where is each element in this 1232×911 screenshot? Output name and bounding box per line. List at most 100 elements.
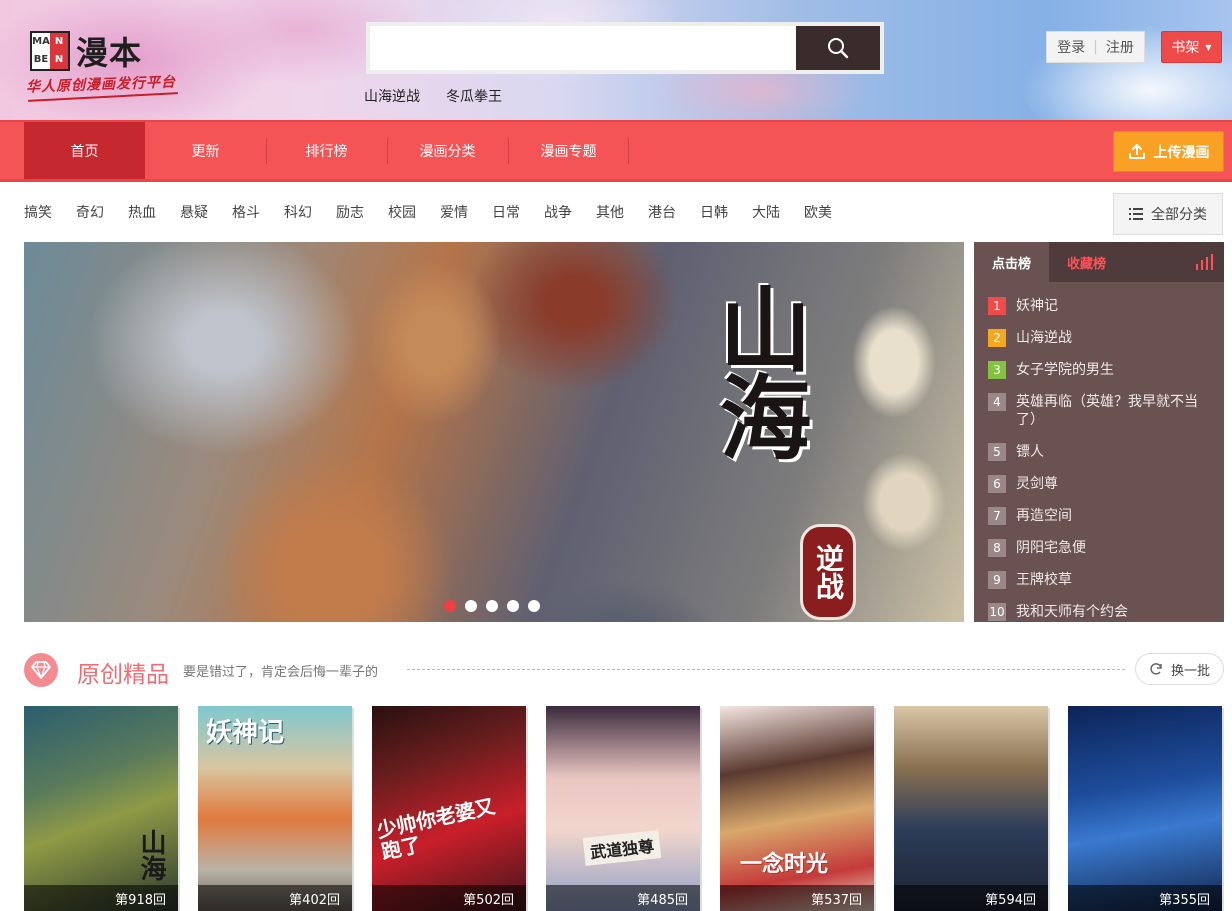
rank-panel: 点击榜 收藏榜 1 妖神记 2 山海逆战 3 女子学院的男生 4 英雄再临（英雄？我早就… <box>974 242 1224 622</box>
site-logo[interactable]: MA N BE N 漫本 <box>30 28 142 74</box>
tab-clicks[interactable]: 点击榜 <box>974 242 1049 282</box>
carousel-dot[interactable] <box>465 600 477 612</box>
hot-word-link[interactable]: 山海逆战 <box>364 86 420 106</box>
episode-count: 第502回 <box>372 885 526 911</box>
category-link[interactable]: 科幻 <box>284 202 312 222</box>
rank-item[interactable]: 10 我和天师有个约会 <box>988 603 1210 621</box>
refresh-button[interactable]: 换一批 <box>1135 653 1224 685</box>
all-categories-button[interactable]: 全部分类 <box>1113 193 1223 235</box>
category-link[interactable]: 格斗 <box>232 202 260 222</box>
bar-chart-icon[interactable] <box>1196 254 1214 270</box>
comic-list: 山海 第918回 妖神记 第402回 少帅你老婆又跑了 第502回 武道独尊 第… <box>24 706 1222 911</box>
section-title: 原创精品 <box>77 662 169 688</box>
episode-count: 第485回 <box>546 885 700 911</box>
hot-word-link[interactable]: 冬瓜拳王 <box>446 86 502 106</box>
rank-title: 女子学院的男生 <box>1016 362 1114 378</box>
logo-mark: MA N BE N <box>30 31 70 71</box>
rank-item[interactable]: 3 女子学院的男生 <box>988 361 1210 379</box>
section-header: 原创精品 要是错过了，肯定会后悔一辈子的 换一批 <box>24 648 1224 690</box>
rank-item[interactable]: 5 镖人 <box>988 443 1210 461</box>
comic-cover <box>720 706 874 911</box>
rank-number: 6 <box>988 475 1006 493</box>
comic-card[interactable]: 第594回 <box>894 706 1048 911</box>
category-link[interactable]: 欧美 <box>804 202 832 222</box>
nav-topics[interactable]: 漫画专题 <box>508 122 629 179</box>
login-link[interactable]: 登录 <box>1057 37 1085 57</box>
rank-item[interactable]: 9 王牌校草 <box>988 571 1210 589</box>
upload-comic-button[interactable]: 上传漫画 <box>1113 131 1224 172</box>
banner-carousel[interactable]: 山海 逆战 <box>24 242 964 622</box>
comic-card[interactable]: 妖神记 第402回 <box>198 706 352 911</box>
search-input[interactable] <box>370 26 796 70</box>
rank-item[interactable]: 6 灵剑尊 <box>988 475 1210 493</box>
rank-item[interactable]: 7 再造空间 <box>988 507 1210 525</box>
rank-list: 1 妖神记 2 山海逆战 3 女子学院的男生 4 英雄再临（英雄？我早就不当了） 5 镖人… <box>974 282 1224 621</box>
logo-text: 漫本 <box>76 34 143 72</box>
search-icon <box>828 38 849 59</box>
comic-card[interactable]: 少帅你老婆又跑了 第502回 <box>372 706 526 911</box>
rank-title: 妖神记 <box>1016 298 1058 314</box>
category-link[interactable]: 励志 <box>336 202 364 222</box>
rank-number: 2 <box>988 329 1006 347</box>
rank-title: 阴阳宅急便 <box>1016 540 1086 556</box>
category-link[interactable]: 爱情 <box>440 202 468 222</box>
list-icon <box>1129 208 1143 220</box>
rank-title: 我和天师有个约会 <box>1016 604 1128 620</box>
carousel-dots <box>444 600 540 612</box>
banner-title: 山海 <box>704 282 812 458</box>
category-link[interactable]: 港台 <box>648 202 676 222</box>
rank-item[interactable]: 2 山海逆战 <box>988 329 1210 347</box>
nav-categories[interactable]: 漫画分类 <box>387 122 508 179</box>
search-bar <box>366 22 884 74</box>
rank-number: 4 <box>988 393 1006 411</box>
upload-label: 上传漫画 <box>1153 144 1210 161</box>
rank-title: 山海逆战 <box>1016 330 1072 346</box>
bookshelf-label: 书架 <box>1171 40 1200 56</box>
rank-title: 王牌校草 <box>1016 572 1072 588</box>
rank-item[interactable]: 4 英雄再临（英雄？我早就不当了） <box>988 393 1210 429</box>
category-link[interactable]: 搞笑 <box>24 202 52 222</box>
rank-number: 1 <box>988 297 1006 315</box>
category-link[interactable]: 战争 <box>544 202 572 222</box>
category-link[interactable]: 悬疑 <box>180 202 208 222</box>
comic-cover <box>1068 706 1222 911</box>
comic-card[interactable]: 山海 第918回 <box>24 706 178 911</box>
rank-tabs: 点击榜 收藏榜 <box>974 242 1224 282</box>
rank-item[interactable]: 8 阴阳宅急便 <box>988 539 1210 557</box>
rank-number: 10 <box>988 603 1006 621</box>
divider: | <box>1093 39 1098 55</box>
comic-card[interactable]: 一念时光 第537回 <box>720 706 874 911</box>
rank-item[interactable]: 1 妖神记 <box>988 297 1210 315</box>
comic-cover <box>894 706 1048 911</box>
category-link[interactable]: 其他 <box>596 202 624 222</box>
bookshelf-button[interactable]: 书架 ▼ <box>1161 31 1222 63</box>
nav-updates[interactable]: 更新 <box>145 122 266 179</box>
register-link[interactable]: 注册 <box>1106 37 1134 57</box>
carousel-dot[interactable] <box>507 600 519 612</box>
carousel-dot[interactable] <box>528 600 540 612</box>
category-link[interactable]: 大陆 <box>752 202 780 222</box>
carousel-dot[interactable] <box>486 600 498 612</box>
site-header: MA N BE N 漫本 华人原创漫画发行平台 山海逆战 冬瓜拳王 登录 | 注… <box>0 0 1232 120</box>
rank-title: 镖人 <box>1016 444 1044 460</box>
tab-favorites[interactable]: 收藏榜 <box>1049 242 1124 282</box>
category-link[interactable]: 日常 <box>492 202 520 222</box>
search-button[interactable] <box>796 26 880 70</box>
cover-title: 一念时光 <box>740 851 829 877</box>
rank-number: 8 <box>988 539 1006 557</box>
rank-number: 9 <box>988 571 1006 589</box>
comic-card[interactable]: 第355回 <box>1068 706 1222 911</box>
comic-card[interactable]: 武道独尊 第485回 <box>546 706 700 911</box>
carousel-dot[interactable] <box>444 600 456 612</box>
episode-count: 第918回 <box>24 885 178 911</box>
category-link[interactable]: 日韩 <box>700 202 728 222</box>
nav-home[interactable]: 首页 <box>24 122 145 179</box>
category-link[interactable]: 奇幻 <box>76 202 104 222</box>
main-nav: 首页 更新 排行榜 漫画分类 漫画专题 上传漫画 <box>0 120 1232 182</box>
diamond-icon <box>24 653 58 687</box>
nav-rankings[interactable]: 排行榜 <box>266 122 387 179</box>
category-link[interactable]: 校园 <box>388 202 416 222</box>
category-link[interactable]: 热血 <box>128 202 156 222</box>
upload-icon <box>1128 143 1145 159</box>
category-bar: 搞笑 奇幻 热血 悬疑 格斗 科幻 励志 校园 爱情 日常 战争 其他 港台 日… <box>24 202 856 222</box>
